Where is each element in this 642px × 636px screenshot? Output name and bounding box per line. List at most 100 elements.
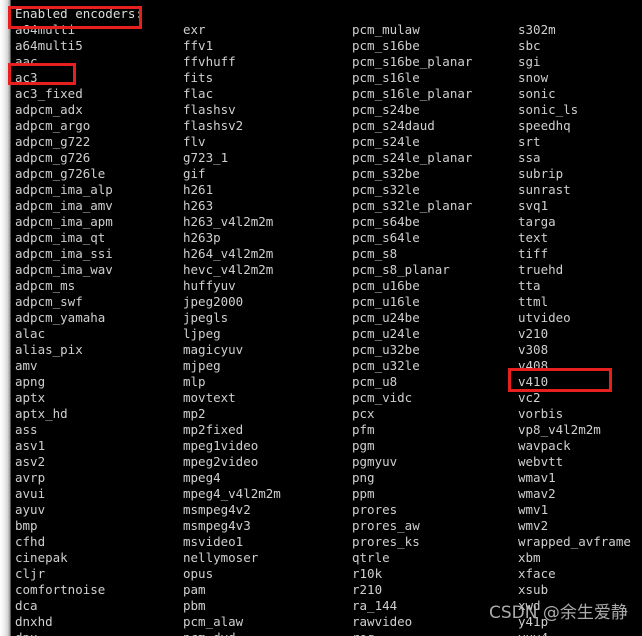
encoder-list-item: flashsv [183, 102, 236, 117]
encoder-list-item: wmv2 [518, 518, 549, 533]
encoder-list-item: fits [183, 70, 214, 85]
encoder-list-item: mp2 [183, 406, 206, 421]
encoder-list-item: sonic [518, 86, 556, 101]
encoder-column-3: pcm_mulaw pcm_s16be pcm_s16be_planar pcm_s1… [352, 22, 472, 636]
encoder-list-item: wavpack [518, 438, 571, 453]
encoder-list-item: sbc [518, 38, 541, 53]
encoder-list-item: pcm_u24be [352, 310, 420, 325]
window-scrollbar[interactable] [0, 0, 10, 636]
highlight-box-enabled-encoders [8, 6, 142, 29]
encoder-list-item: pgmyuv [352, 454, 398, 469]
encoder-list-item: asv2 [15, 454, 46, 469]
encoder-list-item: huffyuv [183, 278, 236, 293]
encoder-list-item: v210 [518, 326, 549, 341]
encoder-list-item: pbm [183, 598, 206, 613]
encoder-list-item: pcm_mulaw [352, 22, 420, 37]
encoder-list-item: movtext [183, 390, 236, 405]
encoder-list-item: ass [15, 422, 38, 437]
encoder-list-item: pcm_s16le [352, 70, 420, 85]
encoder-list-item: adpcm_g726le [15, 166, 106, 181]
encoder-list-item: pcm_dvd [183, 630, 281, 636]
encoder-list-item: mpeg4 [183, 470, 221, 485]
encoder-list-item: xbm [518, 550, 541, 565]
encoder-list-item: xface [518, 566, 556, 581]
encoder-list-item: pcm_u32be [352, 342, 420, 357]
encoder-list-item: flv [183, 134, 206, 149]
encoder-list-item: wmav1 [518, 470, 556, 485]
encoder-list-item: text [518, 230, 549, 245]
encoder-list-item: pcm_s24le [352, 134, 420, 149]
encoder-list-item: flac [183, 86, 214, 101]
encoder-list-item: h261 [183, 182, 214, 197]
encoder-list-item: png [352, 470, 375, 485]
encoder-list-item: adpcm_ima_amv [15, 198, 113, 213]
encoder-list-item: h264_v4l2m2m [183, 246, 274, 261]
encoder-list-item: pcm_alaw [183, 614, 244, 629]
encoder-list-item: adpcm_ima_ssi [15, 246, 113, 261]
encoder-list-item: pcm_s16le_planar [352, 86, 473, 101]
encoder-list-item: adpcm_yamaha [15, 310, 106, 325]
encoder-list-item: pcm_u24le [352, 326, 420, 341]
encoder-list-item: r10k [352, 566, 383, 581]
encoder-list-item: qtrle [352, 550, 390, 565]
encoder-list-item: pcm_s16be_planar [352, 54, 473, 69]
encoder-list-item: mjpeg [183, 358, 221, 373]
encoder-list-item: comfortnoise [15, 582, 106, 597]
encoder-list-item: snow [518, 70, 549, 85]
encoder-list-item: h263p [183, 230, 221, 245]
encoder-list-item: msmpeg4v3 [183, 518, 251, 533]
encoder-list-item: h263 [183, 198, 214, 213]
encoder-list-item: gif [183, 166, 206, 181]
encoder-list-item: jpegls [183, 310, 229, 325]
encoder-list-item: truehd [518, 262, 564, 277]
encoder-list-item: dpx [15, 630, 143, 636]
encoder-list-item: pgm [352, 438, 375, 453]
highlight-box-vp8-v4l2m2m [508, 368, 612, 392]
encoder-list-item: prores_aw [352, 518, 420, 533]
encoder-list-item: aptx_hd [15, 406, 68, 421]
encoder-list-item: sgi [518, 54, 541, 69]
encoder-list-item: nellymoser [183, 550, 259, 565]
encoder-list-item: pcm_s32le [352, 182, 420, 197]
encoder-list-item: mpeg2video [183, 454, 259, 469]
encoder-list-item: vp8_v4l2m2m [518, 422, 601, 437]
csdn-watermark: CSDN @余生爱静 [489, 603, 628, 623]
encoder-list-item: r210 [352, 582, 383, 597]
encoder-list-item: mp2fixed [183, 422, 244, 437]
encoder-list-item: wrapped_avframe [518, 534, 631, 549]
encoder-list-item: subrip [518, 166, 564, 181]
terminal-window: Enabled encoders: a64multi a64multi5 aac ac3… [0, 0, 642, 636]
encoder-list-item: utvideo [518, 310, 571, 325]
encoder-list-item: cinepak [15, 550, 68, 565]
encoder-list-item: prores [352, 502, 398, 517]
encoder-list-item: pcm_s8_planar [352, 262, 450, 277]
encoder-list-item: pcm_s24be [352, 102, 420, 117]
encoder-list-item: cfhd [15, 534, 46, 549]
encoder-list-item: pcm_s16be [352, 38, 420, 53]
encoder-list-item: avrp [15, 470, 46, 485]
encoder-list-item: adpcm_adx [15, 102, 83, 117]
encoder-list-item: pcm_u32le [352, 358, 420, 373]
encoder-list-item: pcx [352, 406, 375, 421]
encoder-list-item: pcm_s64le [352, 230, 420, 245]
encoder-list-item: sonic_ls [518, 102, 579, 117]
encoder-list-item: tiff [518, 246, 549, 261]
encoder-column-4: s302m sbc sgi snow sonic sonic_ls speedhq srt ss… [518, 22, 631, 636]
encoder-list-item: amv [15, 358, 38, 373]
encoder-list-item: mpeg1video [183, 438, 259, 453]
encoder-list-item: a64multi5 [15, 38, 83, 53]
encoder-list-item: adpcm_g726 [15, 150, 91, 165]
encoder-list-item: mlp [183, 374, 206, 389]
highlight-box-aac [8, 63, 76, 85]
encoder-list-item: ayuv [15, 502, 46, 517]
encoder-list-item: asv1 [15, 438, 46, 453]
encoder-list-item: bmp [15, 518, 38, 533]
encoder-list-item: tta [518, 278, 541, 293]
encoder-list-item: hevc_v4l2m2m [183, 262, 274, 277]
encoder-list-item: g723_1 [183, 150, 229, 165]
encoder-list-item: pcm_s24daud [352, 118, 435, 133]
encoder-list-item: dnxhd [15, 614, 53, 629]
encoder-list-item: pfm [352, 422, 375, 437]
encoder-list-item: roq [352, 630, 472, 636]
encoder-list-item: adpcm_ms [15, 278, 76, 293]
